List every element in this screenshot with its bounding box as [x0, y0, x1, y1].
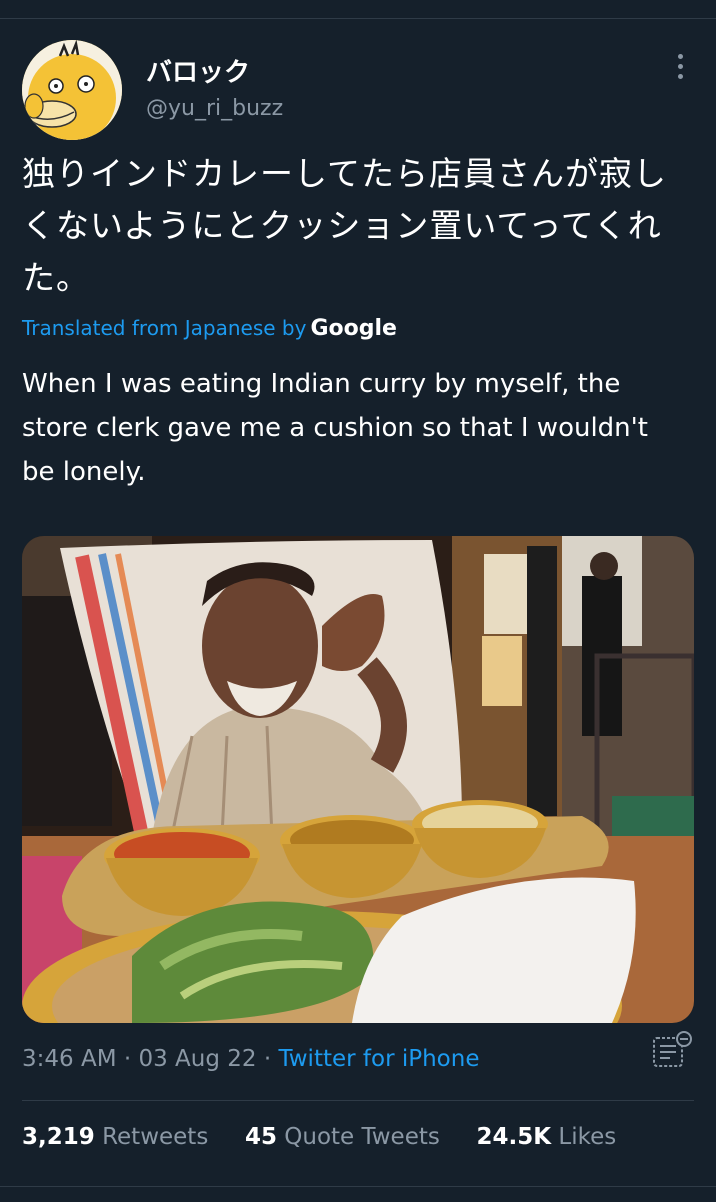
- likes-count: 24.5K: [476, 1124, 552, 1150]
- retweets-stat[interactable]: 3,219 Retweets: [22, 1124, 208, 1150]
- retweets-count: 3,219: [22, 1124, 95, 1150]
- tweet-text-translated: When I was eating Indian curry by myself…: [22, 369, 649, 487]
- tweet-source[interactable]: Twitter for iPhone: [279, 1046, 480, 1072]
- tweet-photo[interactable]: [22, 536, 694, 1023]
- tweet-date[interactable]: 03 Aug 22: [138, 1046, 256, 1072]
- restaurant-cushion-photo: [22, 536, 694, 1023]
- stats-divider-bottom: [0, 1186, 716, 1187]
- retweets-label: Retweets: [102, 1124, 209, 1150]
- quotes-label: Quote Tweets: [284, 1124, 440, 1150]
- engagement-stats: 3,219 Retweets 45 Quote Tweets 24.5K Lik…: [22, 1124, 616, 1150]
- translation-attribution[interactable]: Translated from Japanese by Google: [22, 316, 397, 341]
- meta-separator: ·: [123, 1046, 132, 1072]
- translation-label: Translated from Japanese by: [22, 316, 307, 340]
- google-logo: Google: [310, 316, 397, 341]
- analytics-icon[interactable]: [650, 1030, 694, 1070]
- likes-stat[interactable]: 24.5K Likes: [476, 1124, 616, 1150]
- likes-label: Likes: [558, 1124, 617, 1150]
- tweet-meta: 3:46 AM · 03 Aug 22 · Twitter for iPhone: [22, 1046, 479, 1072]
- avatar[interactable]: [22, 40, 122, 140]
- psyduck-avatar-image: [22, 40, 122, 140]
- tweet-time[interactable]: 3:46 AM: [22, 1046, 117, 1072]
- user-handle[interactable]: @yu_ri_buzz: [146, 96, 283, 121]
- tweet-text-original: 独りインドカレーしてたら店員さんが寂しくないようにとクッション置いてってくれた。: [22, 154, 668, 297]
- top-divider: [0, 18, 716, 19]
- quotes-stat[interactable]: 45 Quote Tweets: [245, 1124, 440, 1150]
- stats-divider-top: [22, 1100, 694, 1101]
- quotes-count: 45: [244, 1124, 277, 1150]
- display-name[interactable]: バロック: [146, 52, 250, 89]
- meta-separator: ·: [263, 1046, 272, 1072]
- more-vertical-icon[interactable]: [668, 54, 692, 86]
